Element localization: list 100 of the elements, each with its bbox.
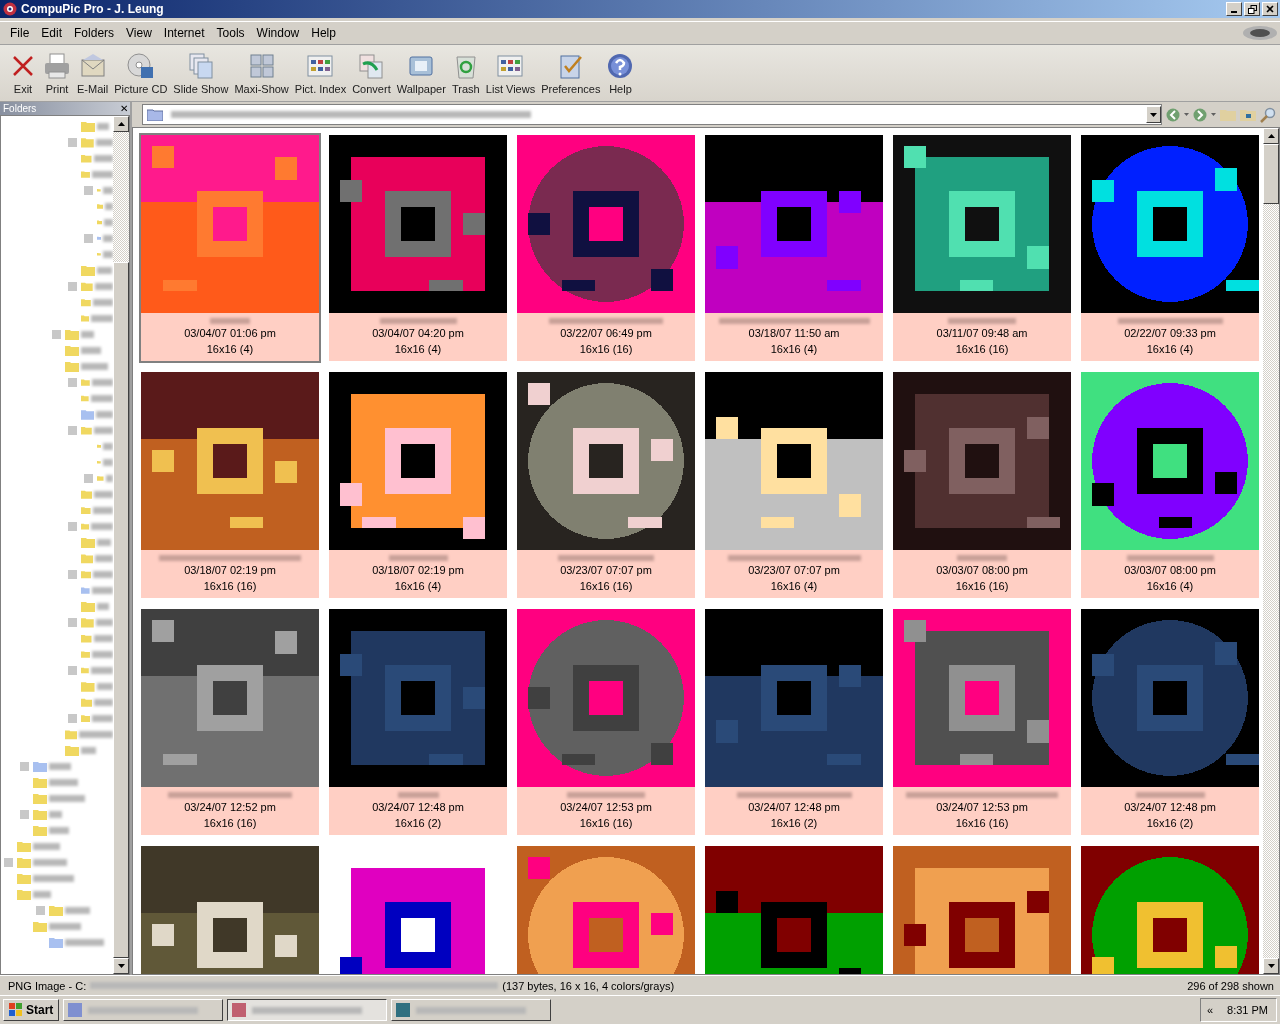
scroll-down-button[interactable] <box>113 958 129 974</box>
toolbar-button[interactable]: Preferences <box>538 49 604 97</box>
scroll-up-button[interactable] <box>1263 128 1279 144</box>
expander-icon[interactable] <box>68 665 77 675</box>
toolbar-button[interactable]: Convert <box>349 49 394 97</box>
expander-icon[interactable] <box>52 329 61 339</box>
expander-icon[interactable] <box>36 905 45 915</box>
menu-item[interactable]: Help <box>305 26 342 40</box>
expander-icon[interactable] <box>68 713 77 723</box>
thumbnail-card[interactable]: 03/24/07 12:53 pm 16x16 (16) <box>891 607 1073 837</box>
folder-icon[interactable] <box>81 712 91 724</box>
folder-icon[interactable] <box>81 648 90 660</box>
restore-button[interactable] <box>1244 2 1260 16</box>
folder-icon[interactable] <box>81 120 95 132</box>
folder-icon[interactable] <box>17 856 31 868</box>
folder-icon[interactable] <box>33 920 47 932</box>
folder-icon[interactable] <box>81 696 93 708</box>
expander-icon[interactable] <box>84 185 93 195</box>
scrollbar[interactable] <box>1263 128 1279 974</box>
folder-icon[interactable] <box>65 728 78 740</box>
folder-icon[interactable] <box>81 488 93 500</box>
toolbar-button[interactable]: Trash <box>448 49 483 97</box>
expander-icon[interactable] <box>68 425 77 435</box>
close-button[interactable]: ✕ <box>120 103 128 114</box>
expander-icon[interactable] <box>68 521 77 531</box>
thumbnail-card[interactable]: 03/11/07 09:48 am 16x16 (16) <box>891 133 1073 363</box>
toolbar-button[interactable]: E-Mail <box>74 49 112 97</box>
thumbnail-card[interactable]: 03/24/07 12:52 pm 16x16 (16) <box>139 607 321 837</box>
folder-icon[interactable] <box>65 344 79 356</box>
thumbnail-card[interactable]: 03/18/07 02:19 pm 16x16 (16) <box>139 370 321 600</box>
expander-icon[interactable] <box>68 137 77 147</box>
folder-icon[interactable] <box>81 296 91 308</box>
thumbnail-card[interactable]: 03/23/07 07:07 pm 16x16 (4) <box>703 370 885 600</box>
scrollbar[interactable] <box>113 116 129 974</box>
thumbnail-card[interactable]: 03/24/07 12:53 pm 16x16 (16) <box>515 607 697 837</box>
thumbnail-card[interactable]: 03/03/07 08:00 pm 16x16 (16) <box>891 370 1073 600</box>
expander-icon[interactable] <box>84 473 93 483</box>
folder-icon[interactable] <box>33 808 47 820</box>
back-icon[interactable] <box>1166 107 1180 122</box>
folder-icon[interactable] <box>81 568 91 580</box>
menu-item[interactable]: File <box>4 26 36 40</box>
folder-icon[interactable] <box>17 840 31 852</box>
thumbnail-card[interactable]: 03/04/07 01:06 pm 16x16 (4) <box>139 133 321 363</box>
search-icon[interactable] <box>1260 106 1276 123</box>
menu-item[interactable]: Internet <box>157 26 211 40</box>
minimize-button[interactable] <box>1226 2 1242 16</box>
folder-icon[interactable] <box>81 552 93 564</box>
scroll-thumb[interactable] <box>113 262 129 958</box>
thumbnail-card[interactable]: 03/18/07 11:50 am 16x16 (4) <box>703 133 885 363</box>
folder-icon[interactable] <box>81 632 92 644</box>
menu-item[interactable]: Folders <box>68 26 121 40</box>
toolbar-button[interactable]: Print <box>40 49 74 97</box>
thumbnail-card[interactable]: 03/04/07 04:20 pm 16x16 (4) <box>327 133 509 363</box>
menu-item[interactable]: Tools <box>210 26 251 40</box>
expander-icon[interactable] <box>20 809 29 819</box>
scroll-thumb[interactable] <box>1263 144 1279 204</box>
folder-icon[interactable] <box>33 760 47 772</box>
thumbnail-card[interactable]: 03/23/07 07:07 pm 16x16 (16) <box>515 370 697 600</box>
forward-icon[interactable] <box>1193 107 1207 122</box>
expander-icon[interactable] <box>4 857 13 867</box>
folder-icon[interactable] <box>81 152 92 164</box>
folder-icon[interactable] <box>81 536 95 548</box>
thumbnail-card[interactable]: 02/22/07 09:33 pm 16x16 (4) <box>1079 133 1261 363</box>
scroll-up-button[interactable] <box>113 116 129 132</box>
expander-icon[interactable] <box>68 569 77 579</box>
folder-icon[interactable] <box>81 264 95 276</box>
folder-icon[interactable] <box>33 824 47 836</box>
caret-icon[interactable] <box>1184 113 1189 116</box>
folder-icon[interactable] <box>65 744 79 756</box>
folder-icon[interactable] <box>81 504 91 516</box>
folder-icon[interactable] <box>81 136 94 148</box>
toolbar-button[interactable]: Maxi-Show <box>231 49 292 97</box>
folder-icon[interactable] <box>49 936 63 948</box>
dropdown-button[interactable] <box>1146 106 1161 123</box>
toolbar-button[interactable]: Help <box>603 49 638 97</box>
scroll-down-button[interactable] <box>1263 958 1279 974</box>
folder-icon[interactable] <box>65 360 79 372</box>
thumbnail-card[interactable]: 03/22/07 06:49 pm 16x16 (16) <box>515 133 697 363</box>
folder-icon[interactable] <box>17 888 31 900</box>
folder-icon[interactable] <box>49 904 63 916</box>
menu-item[interactable]: Window <box>250 26 306 40</box>
toolbar-button[interactable]: Slide Show <box>170 49 232 97</box>
folder-icon[interactable] <box>81 408 95 420</box>
folder-icon[interactable] <box>81 280 93 292</box>
thumbnail-card[interactable]: 03/03/07 08:00 pm 16x16 (4) <box>1079 370 1261 600</box>
folder-icon[interactable] <box>65 328 79 340</box>
folder-icon[interactable] <box>81 600 95 612</box>
expander-icon[interactable] <box>68 281 77 291</box>
expander-icon[interactable] <box>68 377 77 387</box>
thumbnail-card[interactable]: 03/18/07 02:19 pm 16x16 (4) <box>327 370 509 600</box>
toolbar-button[interactable]: Picture CD <box>111 49 171 97</box>
folder-icon[interactable] <box>17 872 31 884</box>
close-button[interactable] <box>1262 2 1278 16</box>
toolbar-button[interactable]: Exit <box>6 49 40 97</box>
thumbnail-card[interactable]: 03/24/07 12:48 pm 16x16 (2) <box>703 607 885 837</box>
folder-icon[interactable] <box>81 616 94 628</box>
thumbnail-card[interactable]: 03/24/07 12:48 pm 16x16 (2) <box>327 607 509 837</box>
thumbnail-card[interactable]: 03/24/07 12:48 pm 16x16 (2) <box>1079 607 1261 837</box>
menu-item[interactable]: Edit <box>35 26 69 40</box>
folder-icon[interactable] <box>81 680 95 692</box>
